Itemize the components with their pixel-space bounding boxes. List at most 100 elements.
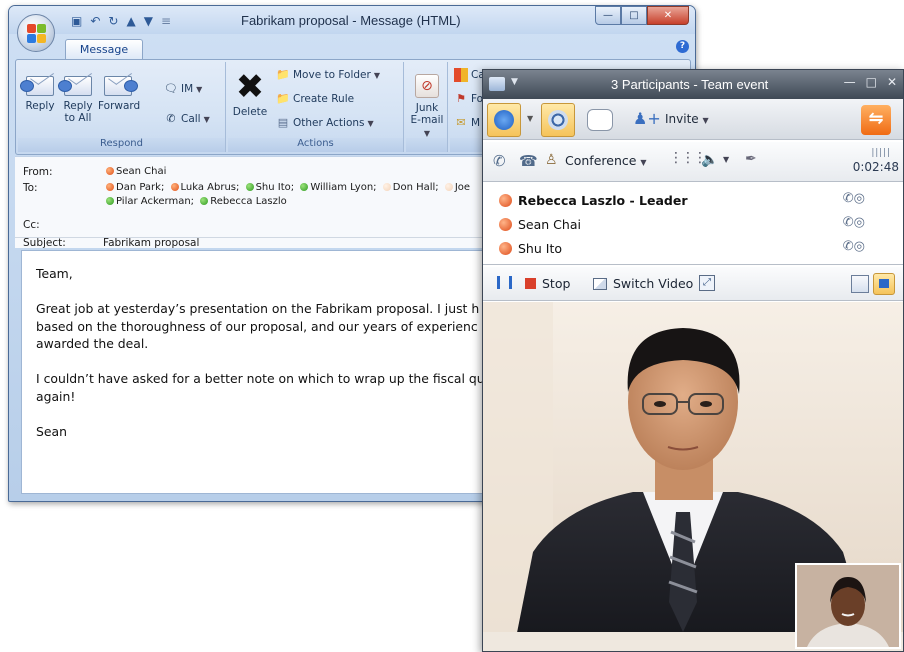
follow-up-button[interactable]: ⚑ Fo [454, 92, 483, 106]
create-rule-button[interactable]: 📁 Create Rule [276, 92, 354, 106]
save-icon[interactable]: ▣ [71, 14, 82, 28]
ribbon-group-junk: ⊘ Junk E-mail ▼ [406, 62, 448, 152]
speaker-volume-icon[interactable]: 🔈 [701, 152, 718, 168]
self-view-image [797, 565, 899, 647]
video-button[interactable] [541, 103, 575, 137]
video-toolbar: Stop Switch Video ⤢ [483, 267, 903, 301]
im-button[interactable]: 🗨 IM ▼ [164, 82, 202, 96]
participant-row[interactable]: Sean Chai [499, 213, 581, 235]
delete-x-icon: ✖ [235, 67, 265, 107]
presence-available-icon [106, 197, 114, 205]
cc-label: Cc: [23, 219, 40, 231]
participant-media-icons: ✆◎ [842, 239, 865, 254]
invite-button[interactable]: Invite ▼ [665, 112, 709, 126]
maximize-button[interactable]: □ [866, 75, 877, 89]
mark-button[interactable]: ✉ M [454, 116, 480, 130]
layout-gallery-icon[interactable] [851, 275, 869, 293]
pause-video-button[interactable] [497, 276, 512, 289]
next-item-icon[interactable]: ▼ [144, 14, 153, 28]
customize-qat-icon[interactable]: ≡ [161, 14, 171, 28]
stop-video-button[interactable]: Stop [525, 276, 570, 291]
office-logo-icon [27, 24, 46, 43]
communicator-logo-icon[interactable]: ⇋ [861, 105, 891, 135]
share-button[interactable] [487, 103, 521, 137]
group-label-respond: Respond [18, 138, 225, 152]
stop-icon [525, 278, 536, 289]
im-bubble-icon[interactable] [587, 109, 613, 131]
im-label: IM [181, 83, 194, 95]
delete-button[interactable]: ✖ Delete [230, 66, 270, 118]
conversation-window-icon[interactable] [489, 77, 505, 91]
switch-video-button[interactable]: Switch Video [593, 276, 693, 291]
to-label: To: [23, 182, 38, 194]
reply-label: Reply [25, 100, 55, 112]
presence-available-icon [245, 183, 254, 191]
redo-icon[interactable]: ↻ [108, 14, 118, 28]
invite-people-icon[interactable]: ♟+ [633, 109, 661, 131]
recipient[interactable]: William Lyon; [297, 182, 377, 193]
conference-button[interactable]: Conference ▼ [565, 153, 647, 168]
group-label-junk [406, 138, 447, 152]
signal-strength-icon: | | | | | [871, 148, 890, 158]
participant-row[interactable]: Shu Ito [499, 237, 562, 259]
recipient[interactable]: Luka Abrus; [168, 182, 239, 193]
from-value[interactable]: Sean Chai [103, 166, 166, 177]
participant-row[interactable]: Rebecca Laszlo - Leader [499, 189, 687, 211]
outlook-window-controls: — □ ✕ [595, 6, 689, 25]
recipient[interactable]: Don Hall; [380, 182, 439, 193]
hold-call-icon[interactable]: ☎ [519, 152, 538, 170]
reply-all-button[interactable]: Reply to All [58, 66, 98, 124]
reply-all-icon [58, 76, 92, 96]
microphone-icon[interactable]: ✒ [745, 151, 757, 167]
tab-message[interactable]: Message [65, 39, 143, 60]
help-icon[interactable]: ? [676, 40, 689, 53]
layout-pip-icon[interactable] [873, 273, 895, 295]
reply-all-label-2: to All [64, 112, 92, 124]
previous-item-icon[interactable]: ▲ [126, 14, 135, 28]
chevron-down-icon: ▼ [203, 114, 210, 124]
recipient[interactable]: Pilar Ackerman; [103, 196, 194, 207]
full-screen-icon[interactable]: ⤢ [699, 275, 715, 291]
close-button[interactable]: ✕ [887, 75, 897, 89]
forward-label: Forward [98, 100, 141, 112]
self-view-video[interactable] [795, 563, 901, 649]
close-button[interactable]: ✕ [647, 6, 689, 25]
junk-mail-icon: ⊘ [415, 74, 439, 98]
recipient[interactable]: Dan Park; [103, 182, 164, 193]
presence-busy-icon [499, 217, 512, 231]
outlook-titlebar: ▣ ↶ ↻ ▲ ▼ ≡ Fabrikam proposal - Message … [9, 6, 695, 34]
undo-icon[interactable]: ↶ [90, 14, 100, 28]
minimize-button[interactable]: — [595, 6, 621, 25]
from-label: From: [23, 166, 53, 178]
junk-email-button[interactable]: ⊘ Junk E-mail ▼ [407, 66, 447, 140]
chevron-down-icon: ▼ [702, 116, 709, 125]
call-button[interactable]: ✆ Call ▼ [164, 112, 210, 126]
call-timer: 0:02:48 [852, 160, 899, 174]
other-actions-button[interactable]: ▤ Other Actions ▼ [276, 116, 374, 130]
presence-available-icon [300, 183, 309, 191]
office-button[interactable] [17, 14, 55, 52]
end-call-icon[interactable]: ✆ [493, 152, 506, 170]
maximize-button[interactable]: □ [621, 6, 647, 25]
move-to-folder-button[interactable]: 📁 Move to Folder ▼ [276, 68, 380, 82]
recipient[interactable]: Joe [442, 182, 470, 193]
presence-busy-icon [499, 241, 512, 255]
subject-value: Fabrikam proposal [103, 237, 200, 249]
chevron-down-icon: ▼ [373, 70, 380, 80]
conversation-titlebar: ▼ 3 Participants - Team event — □ ✕ [483, 70, 903, 99]
window-menu-caret-icon[interactable]: ▼ [511, 77, 518, 87]
dialpad-icon[interactable]: ⋮⋮⋮ [669, 150, 707, 166]
participant-list: Rebecca Laszlo - Leader ✆◎ Sean Chai ✆◎ … [483, 183, 903, 265]
forward-button[interactable]: Forward [98, 66, 141, 112]
chevron-down-icon[interactable]: ▼ [527, 114, 533, 123]
other-actions-label: Other Actions [293, 117, 365, 129]
recipient[interactable]: Rebecca Laszlo [197, 196, 287, 207]
junk-label-1: Junk [415, 102, 439, 114]
minimize-button[interactable]: — [844, 75, 856, 89]
reply-button[interactable]: Reply [20, 66, 60, 112]
rule-icon: 📁 [276, 92, 290, 105]
chevron-down-icon[interactable]: ▼ [723, 155, 729, 164]
remote-video-feed [483, 302, 903, 651]
categorize-button[interactable]: Ca [454, 68, 485, 82]
recipient[interactable]: Shu Ito; [243, 182, 294, 193]
